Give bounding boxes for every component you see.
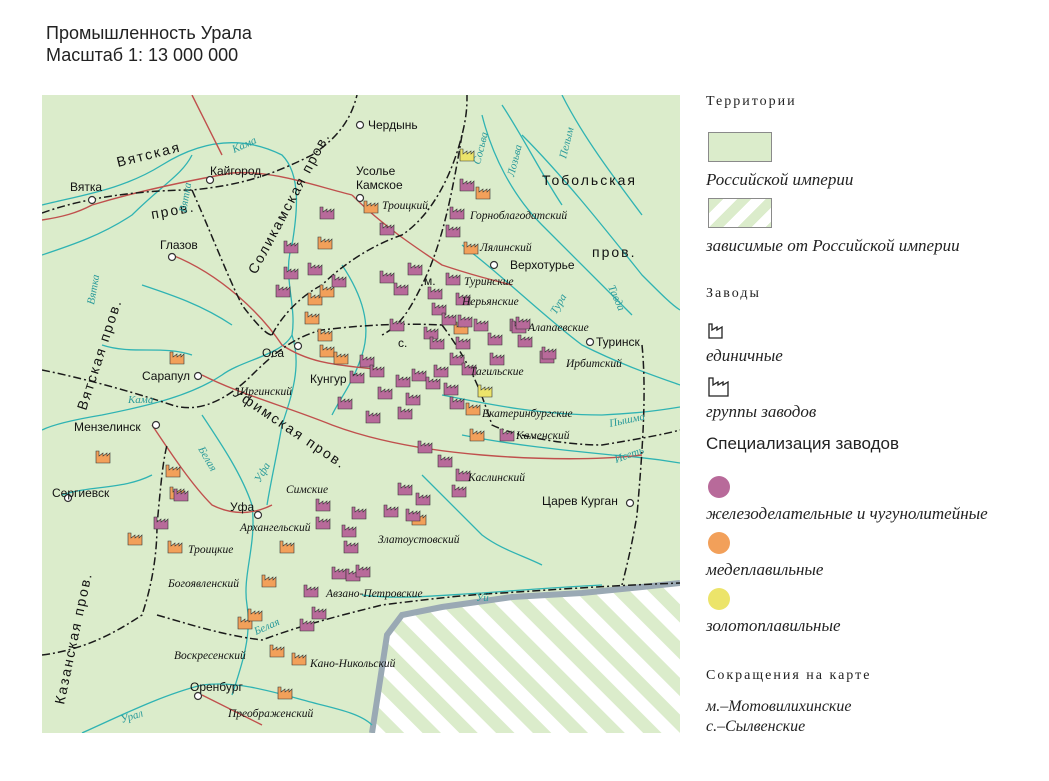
label-tobolsk-prov-suffix: пров.	[592, 244, 636, 260]
label-abbr-s: с.	[398, 336, 407, 350]
title-line-1: Промышленность Урала	[46, 23, 252, 43]
label-orenburg: Оренбург	[190, 680, 243, 694]
label-cherdyn: Чердынь	[368, 118, 418, 132]
legend-abbr-header: Сокращения на карте	[706, 668, 872, 683]
label-sergievsk: Сергиевск	[52, 486, 110, 500]
label-plant-voskresensky: Воскресенский	[174, 649, 246, 662]
legend-territories-header: Территории	[706, 94, 797, 109]
label-ui: Уй	[476, 592, 489, 604]
label-kungur: Кунгур	[310, 372, 347, 386]
legend-iron-label: железоделательные и чугунолитейные	[706, 504, 988, 523]
label-plant-ekaterinburgskie: Екатеринбургские	[481, 408, 573, 420]
label-osa: Оса	[262, 346, 284, 360]
label-tobolsk-prov: Тобольская	[542, 172, 637, 188]
label-plant-gornoblagodatsky: Горноблагодатский	[469, 209, 567, 222]
city-glazov-marker	[167, 252, 177, 262]
legend-russia-swatch	[708, 132, 772, 162]
city-verkhoturye-marker	[489, 260, 499, 270]
label-sarapul: Сарапул	[142, 369, 190, 383]
label-vyatka-city: Вятка	[70, 180, 102, 194]
legend-copper-label: медеплавильные	[706, 560, 824, 579]
label-plant-troitskie: Троицкие	[188, 544, 233, 556]
label-verkhoturye: Верхотурье	[510, 258, 575, 272]
label-plant-irbitsky: Ирбитский	[565, 357, 622, 370]
city-tsarev-kurgan-marker	[625, 498, 635, 508]
city-menzelinsk-marker	[151, 420, 161, 430]
single-plant-icon	[708, 323, 723, 339]
label-plant-kano-nikolsky: Кано-Никольский	[309, 657, 396, 670]
city-vyatka-marker	[87, 195, 97, 205]
label-glazov: Глазов	[160, 238, 198, 252]
legend-abbr-m: м.–Мотовилихинские	[706, 698, 852, 715]
label-plant-lyalinsky: Лялинский	[479, 241, 532, 254]
city-sarapul-marker	[193, 371, 203, 381]
label-kama-south: Кама	[127, 394, 154, 406]
label-plant-simskie: Симские	[286, 484, 328, 496]
label-plant-neryanskie: Нерьянские	[461, 296, 519, 308]
label-ufa: Уфа	[230, 500, 254, 514]
label-plant-kaslinsky: Каслинский	[467, 471, 525, 484]
legend-gold-label: золотоплавильные	[706, 616, 841, 635]
label-turinsk: Туринск	[596, 335, 641, 349]
label-usolye: Усолье	[356, 164, 396, 178]
city-turinsk-marker	[585, 337, 595, 347]
legend-groups-label: группы заводов	[706, 402, 817, 421]
copper-color-dot	[708, 532, 730, 554]
legend-single-label: единичные	[706, 346, 783, 365]
title-scale: Масштаб 1: 13 000 000	[46, 45, 239, 65]
label-plant-zlatoustovsky: Златоустовский	[378, 533, 460, 546]
label-plant-arkhangelsky: Архангельский	[239, 521, 311, 534]
map-title: Промышленность Урала Масштаб 1: 13 000 0…	[46, 22, 252, 66]
label-kamskoe: Камское	[356, 178, 403, 192]
city-usolye-marker	[355, 193, 365, 203]
label-plant-alapaevskie: Алапаевские	[527, 322, 589, 334]
city-cherdyn-marker	[355, 120, 365, 130]
label-tsarev-kurgan: Царев Курган	[542, 494, 618, 508]
label-plant-bogoyavlensky: Богоявленский	[167, 577, 239, 590]
label-menzelinsk: Мензелинск	[74, 420, 141, 434]
city-osa-marker	[293, 341, 303, 351]
legend-dependent-swatch	[708, 198, 772, 228]
label-plant-avzano-petrovskie: Авзано-Петровские	[325, 588, 423, 600]
legend-dependent-label: зависимые от Российской империи	[706, 236, 960, 255]
label-kaigorod: Кайгород	[210, 164, 261, 178]
legend-plants-header: Заводы	[706, 286, 761, 301]
label-plant-troitsky-north: Троицкий	[382, 199, 428, 212]
label-plant-irginsky: Иргинский	[239, 385, 292, 398]
plant-group-icon	[708, 377, 729, 397]
label-plant-turinskie: Туринские	[464, 276, 514, 288]
city-ufa-marker	[253, 510, 263, 520]
legend-russia-label: Российской империи	[706, 170, 854, 189]
legend-specialization-header: Специализация заводов	[706, 434, 900, 453]
label-plant-tagilskie: Тагильские	[470, 366, 524, 378]
label-abbr-m: м.	[424, 274, 436, 288]
iron-color-dot	[708, 476, 730, 498]
gold-color-dot	[708, 588, 730, 610]
legend-abbr-s: с.–Сылвенские	[706, 718, 806, 735]
map-canvas: Чердынь Усолье Камское Вятка Кайгород Гл…	[42, 95, 680, 733]
label-plant-kamensky: Каменский	[515, 429, 570, 442]
label-plant-preobrazhensky: Преображенский	[227, 707, 313, 720]
